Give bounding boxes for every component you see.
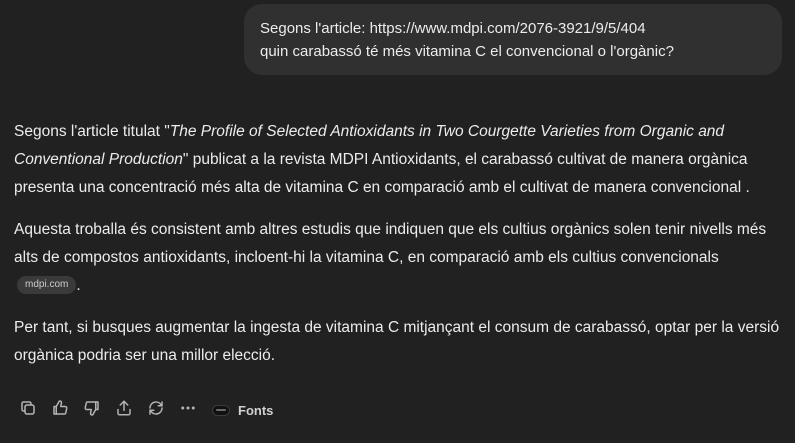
thumbs-down-icon: [83, 399, 101, 422]
chat-page: Segons l'article: https://www.mdpi.com/2…: [0, 0, 795, 443]
more-options-button[interactable]: [172, 396, 204, 424]
user-message-line-1: Segons l'article: https://www.mdpi.com/2…: [260, 20, 646, 37]
thumbs-down-button[interactable]: [76, 396, 108, 424]
message-actions-toolbar: Fonts: [12, 396, 273, 424]
regenerate-icon: [147, 399, 165, 422]
answer-paragraph-1: Segons l'article titulat "The Profile of…: [14, 118, 784, 202]
copy-icon: [19, 399, 37, 422]
thumbs-up-icon: [51, 399, 69, 422]
sources-favicon-icon: [212, 404, 230, 416]
answer-p2-text: Aquesta troballa és consistent amb altre…: [14, 221, 767, 266]
user-message-line-2: quin carabassó té més vitamina C el conv…: [260, 43, 674, 60]
user-message-bubble: Segons l'article: https://www.mdpi.com/2…: [244, 4, 782, 75]
thumbs-up-button[interactable]: [44, 396, 76, 424]
answer-p2-end: .: [76, 277, 81, 294]
more-icon: [179, 399, 197, 422]
regenerate-button[interactable]: [140, 396, 172, 424]
share-icon: [115, 399, 133, 422]
copy-button[interactable]: [12, 396, 44, 424]
assistant-answer: Segons l'article titulat "The Profile of…: [14, 118, 784, 370]
sources-label: Fonts: [238, 402, 274, 418]
sources-button[interactable]: Fonts: [212, 403, 273, 418]
share-button[interactable]: [108, 396, 140, 424]
source-citation-pill[interactable]: mdpi.com: [17, 275, 77, 294]
answer-paragraph-3: Per tant, si busques augmentar la ingest…: [14, 319, 780, 364]
answer-p1-intro: Segons l'article titulat ": [14, 123, 170, 140]
answer-paragraph-2: Aquesta troballa és consistent amb altre…: [14, 216, 784, 300]
